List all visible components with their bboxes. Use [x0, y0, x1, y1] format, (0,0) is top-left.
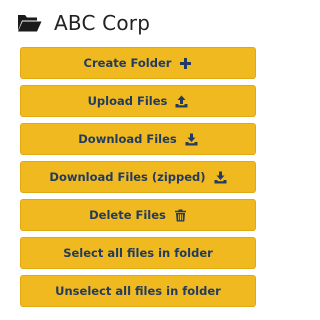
folder-title: ABC Corp	[54, 11, 151, 35]
download-zipped-label: Download Files (zipped)	[49, 170, 206, 184]
select-all-files-label: Select all files in folder	[63, 246, 213, 260]
download-zipped-button[interactable]: Download Files (zipped)	[20, 161, 256, 193]
folder-header: ABC Corp	[17, 8, 150, 38]
delete-files-button[interactable]: Delete Files	[20, 199, 256, 231]
download-icon	[214, 171, 227, 184]
plus-icon	[179, 57, 192, 70]
unselect-all-files-button[interactable]: Unselect all files in folder	[20, 275, 256, 307]
file-actions-panel: ABC Corp Create Folder Upload Files Down…	[0, 0, 275, 320]
download-icon	[185, 133, 198, 146]
upload-files-button[interactable]: Upload Files	[20, 85, 256, 117]
delete-files-label: Delete Files	[89, 208, 166, 222]
action-buttons: Create Folder Upload Files Download File…	[20, 47, 256, 313]
create-folder-button[interactable]: Create Folder	[20, 47, 256, 79]
upload-files-label: Upload Files	[87, 94, 168, 108]
download-files-button[interactable]: Download Files	[20, 123, 256, 155]
create-folder-label: Create Folder	[83, 56, 172, 70]
upload-icon	[175, 95, 188, 108]
select-all-files-button[interactable]: Select all files in folder	[20, 237, 256, 269]
folder-open-icon	[17, 13, 42, 33]
download-files-label: Download Files	[78, 132, 177, 146]
trash-icon	[174, 209, 187, 222]
unselect-all-files-label: Unselect all files in folder	[55, 284, 221, 298]
